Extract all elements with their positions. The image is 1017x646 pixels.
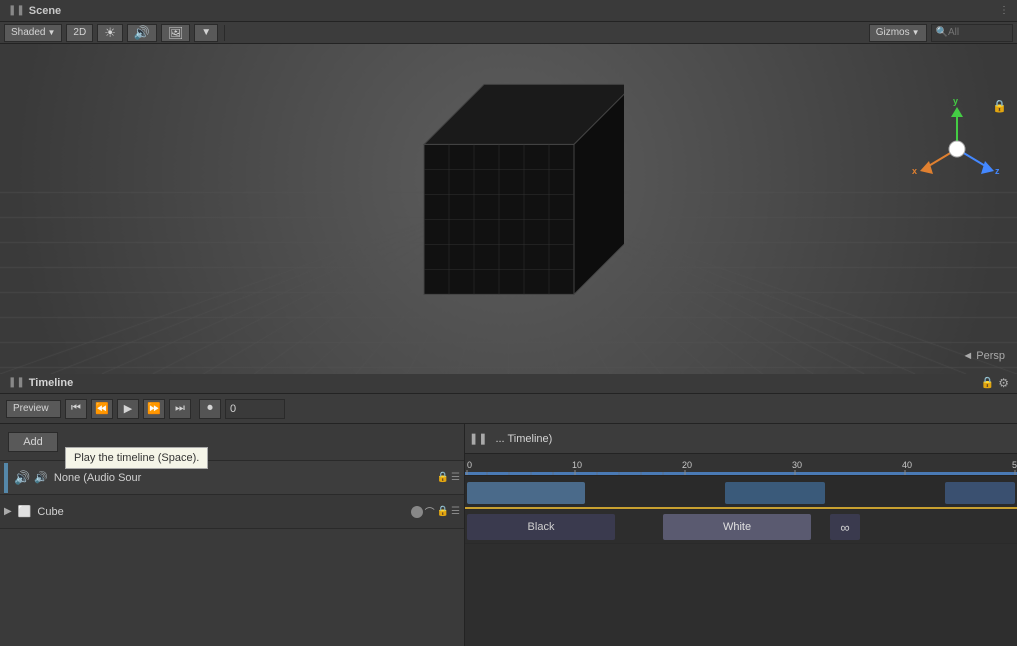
white-clip-label: White xyxy=(723,521,751,533)
preview-button[interactable]: Preview xyxy=(6,400,61,418)
scene-panel-icon: ❚❚ xyxy=(8,5,25,16)
effects-dropdown[interactable]: ▼ xyxy=(194,24,218,42)
skip-end-button[interactable]: ⏭ xyxy=(169,399,191,419)
gizmos-button[interactable]: Gizmos ▼ xyxy=(869,24,927,42)
infinity-clip-label: ∞ xyxy=(840,520,849,535)
title-dots: ⋮ xyxy=(999,5,1009,16)
svg-text:40: 40 xyxy=(902,460,912,470)
search-box[interactable]: 🔍 xyxy=(931,24,1013,42)
gizmos-chevron: ▼ xyxy=(912,28,920,37)
gizmo-overlay: y x z 🔒 xyxy=(907,99,1007,199)
toolbar-right: Gizmos ▼ 🔍 xyxy=(869,24,1013,42)
timeline-title: Timeline xyxy=(29,377,73,389)
scene-toolbar: Shaded ▼ 2D ☀ 🔊 🖼 ▼ Gizmos ▼ 🔍 xyxy=(0,22,1017,44)
tl-settings-icon[interactable]: ⚙ xyxy=(998,376,1009,390)
anim-track-label: Cube xyxy=(37,506,406,518)
shading-dropdown[interactable]: Shaded ▼ xyxy=(4,24,62,42)
scene-title-bar: ❚❚ Scene ⋮ xyxy=(0,0,1017,22)
anim-lane: Black White ∞ xyxy=(465,510,1017,544)
anim-track-controls: ⌒ 🔒 ☰ xyxy=(411,504,460,519)
search-input[interactable] xyxy=(948,27,1008,38)
scene-panel-title: Scene xyxy=(29,5,61,17)
svg-text:y: y xyxy=(953,99,958,106)
audio-yellow-line xyxy=(465,507,1017,509)
audio-track-menu[interactable]: ☰ xyxy=(451,472,460,483)
lock-icon: 🔒 xyxy=(992,99,1007,113)
tl-lock-icon: 🔒 xyxy=(981,376,995,389)
ruler-svg: 0 10 20 30 40 50 xyxy=(465,454,1017,476)
anim-curve-btn[interactable]: ⌒ xyxy=(425,504,435,519)
audio-track-lock[interactable]: 🔒 xyxy=(437,472,449,483)
3d-cube xyxy=(394,64,624,327)
2d-button[interactable]: 2D xyxy=(66,24,93,42)
svg-text:z: z xyxy=(995,166,1000,176)
audio-mute-icon[interactable]: 🔊 xyxy=(14,470,30,486)
audio-track-label: None (Audio Sour xyxy=(54,472,433,484)
svg-text:20: 20 xyxy=(682,460,692,470)
timeline-panel: ❚❚ Timeline 🔒 ⚙ Preview ⏮ ⏪ ▶ ⏩ ⏭ ⏺ Play… xyxy=(0,370,1017,646)
svg-text:30: 30 xyxy=(792,460,802,470)
audio-clip-2[interactable] xyxy=(725,482,825,504)
search-icon: 🔍 xyxy=(936,27,948,38)
persp-label: ◄ Persp xyxy=(962,350,1005,362)
timeline-title-bar: ❚❚ Timeline 🔒 ⚙ xyxy=(0,372,1017,394)
timeline-mode-icon: ❚❚ xyxy=(469,432,487,445)
white-clip[interactable]: White xyxy=(663,514,811,540)
infinity-clip[interactable]: ∞ xyxy=(830,514,860,540)
audio-lane xyxy=(465,476,1017,510)
svg-text:0: 0 xyxy=(467,460,472,470)
black-clip-label: Black xyxy=(528,521,555,533)
audio-clip-1[interactable] xyxy=(467,482,585,504)
anim-track-icon: ⬜ xyxy=(18,505,32,518)
anim-track-menu[interactable]: ☰ xyxy=(451,506,460,517)
play-tooltip: Play the timeline (Space). xyxy=(65,447,208,469)
audio-track-controls: 🔒 ☰ xyxy=(437,472,460,483)
audio-clip-3[interactable] xyxy=(945,482,1015,504)
anim-record-dot[interactable] xyxy=(411,506,423,518)
svg-text:10: 10 xyxy=(572,460,582,470)
anim-track-row: ▶ ⬜ Cube ⌒ 🔒 ☰ xyxy=(0,495,464,529)
audio-source-icon: 🔊 xyxy=(34,471,48,484)
sun-button[interactable]: ☀ xyxy=(97,24,123,42)
svg-text:x: x xyxy=(912,166,917,176)
black-clip[interactable]: Black xyxy=(467,514,615,540)
audio-button[interactable]: 🔊 xyxy=(127,24,157,42)
image-button[interactable]: 🖼 xyxy=(161,24,190,42)
timeline-controls: Preview ⏮ ⏪ ▶ ⏩ ⏭ ⏺ Play the timeline (S… xyxy=(0,394,1017,424)
anim-track-lock[interactable]: 🔒 xyxy=(437,506,449,517)
prev-frame-button[interactable]: ⏪ xyxy=(91,399,113,419)
shading-chevron: ▼ xyxy=(47,28,55,37)
svg-text:50: 50 xyxy=(1012,460,1017,470)
timeline-header-label: ... Timeline) xyxy=(495,433,552,445)
timeline-panel-icon: ❚❚ xyxy=(8,377,25,388)
anim-track-expand[interactable]: ▶ xyxy=(4,506,12,517)
add-button[interactable]: Add xyxy=(8,432,58,452)
play-button[interactable]: ▶ xyxy=(117,399,139,419)
next-frame-button[interactable]: ⏩ xyxy=(143,399,165,419)
skip-start-button[interactable]: ⏮ xyxy=(65,399,87,419)
timeline-header-right: ❚❚ ... Timeline) xyxy=(465,424,1017,454)
gizmo-svg: y x z xyxy=(907,99,1007,199)
audio-track-color xyxy=(4,463,8,493)
scene-viewport[interactable]: y x z 🔒 ◄ Persp xyxy=(0,44,1017,374)
cube-svg xyxy=(394,64,624,324)
timeline-ruler: 0 10 20 30 40 50 xyxy=(465,454,1017,476)
tracks-right: ❚❚ ... Timeline) 0 10 20 30 xyxy=(465,424,1017,646)
record-button[interactable]: ⏺ xyxy=(199,399,221,419)
toolbar-sep1 xyxy=(224,25,225,41)
time-input[interactable] xyxy=(225,399,285,419)
